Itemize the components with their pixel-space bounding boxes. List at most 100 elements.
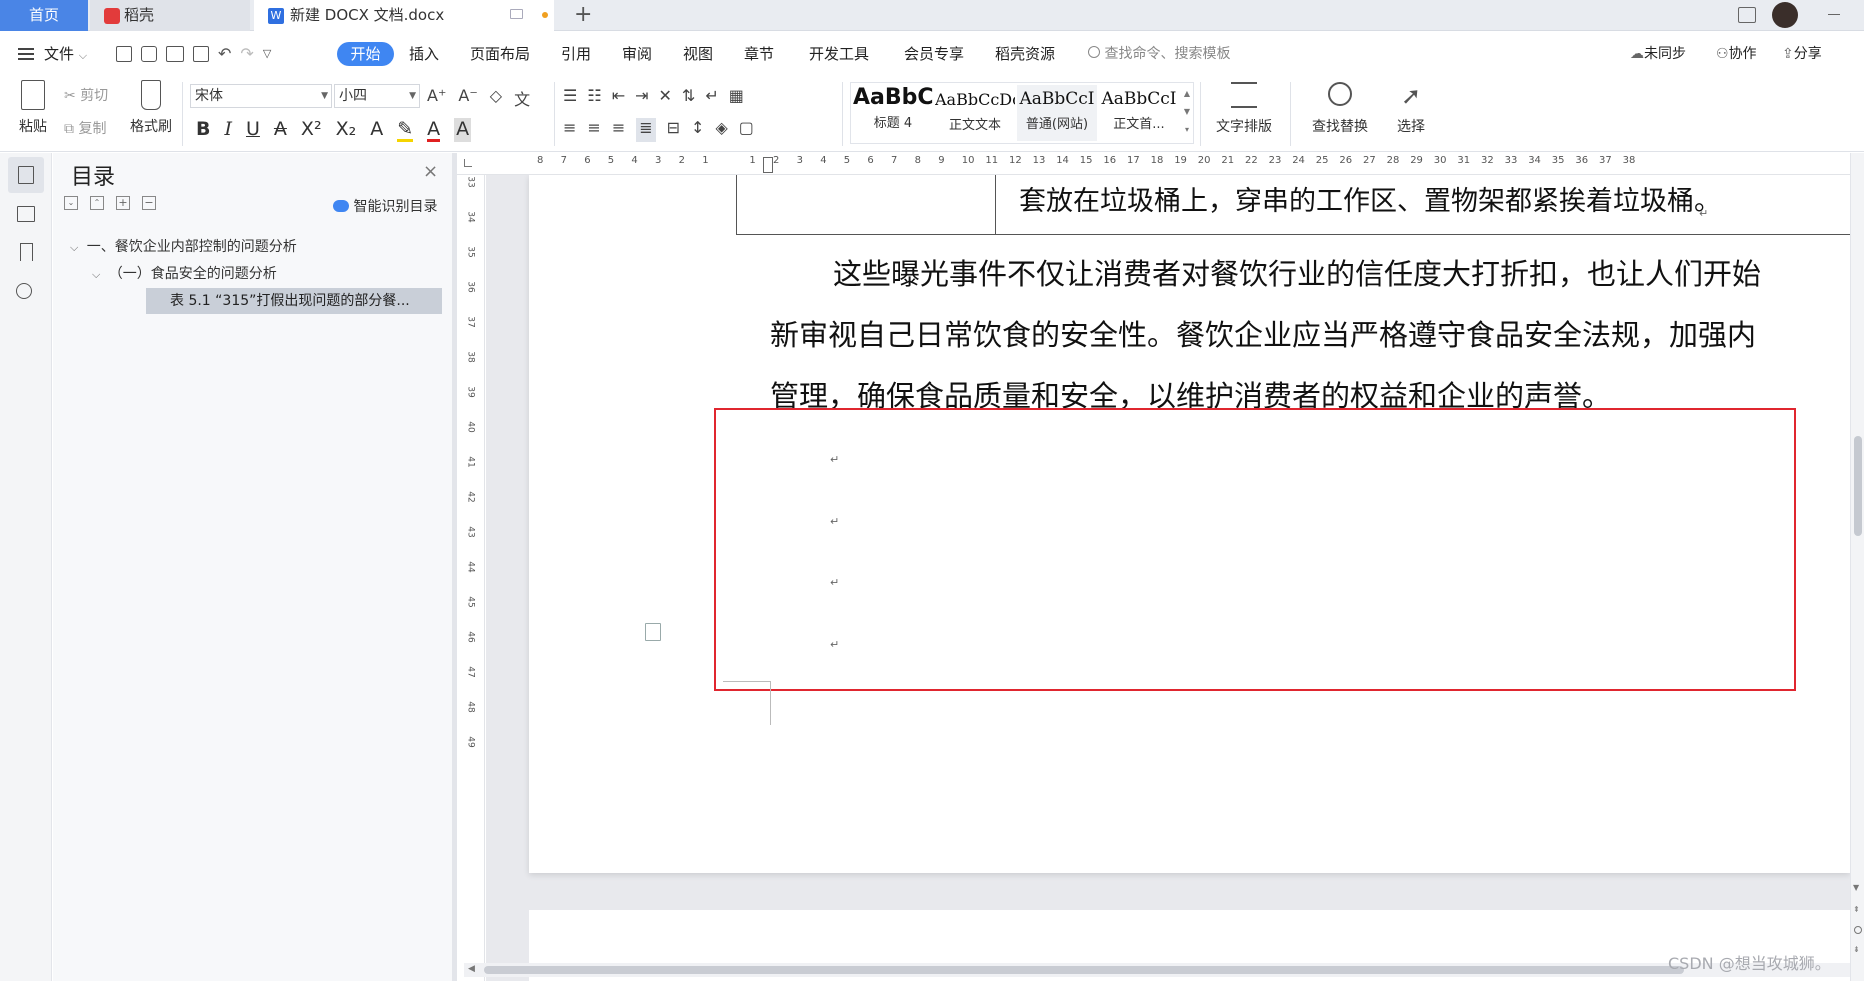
- toc-heading-1[interactable]: [61, 197, 441, 221]
- style-heading4[interactable]: AaBbC 标题 4: [853, 85, 934, 141]
- redo-icon[interactable]: ↷: [240, 46, 253, 66]
- style-body-first[interactable]: AaBbCcI 正文首...: [1099, 85, 1179, 141]
- scrollbar-thumb[interactable]: [1854, 436, 1862, 536]
- font-color-icon[interactable]: A: [427, 118, 441, 142]
- vertical-scrollbar[interactable]: ▼ ⇞ ⇟: [1850, 153, 1864, 981]
- toc-entry-selected[interactable]: 表 5.1 “315”打假出现问题的部分餐...: [146, 288, 442, 314]
- menu-developer[interactable]: 开发工具: [809, 42, 869, 66]
- style-normal-web[interactable]: AaBbCcI 普通(网站): [1017, 85, 1097, 141]
- tab-daoke[interactable]: 稻壳: [90, 0, 250, 31]
- print-preview-icon[interactable]: [193, 46, 209, 62]
- customize-toolbar-icon[interactable]: ▽: [263, 46, 271, 66]
- close-icon[interactable]: ×: [423, 161, 438, 182]
- menu-review[interactable]: 审阅: [622, 42, 652, 66]
- clear-format-icon[interactable]: ◇: [490, 86, 502, 106]
- scroll-down-icon[interactable]: ▼: [1853, 883, 1859, 892]
- monitor-icon[interactable]: [510, 9, 523, 19]
- copy-button[interactable]: ⧉ 复制: [64, 118, 106, 138]
- share-button[interactable]: ⇪分享: [1782, 42, 1822, 66]
- border-icon[interactable]: ▢: [739, 118, 754, 142]
- layout-toggle-icon[interactable]: [1738, 7, 1756, 23]
- save-icon[interactable]: [116, 46, 132, 62]
- menu-page-layout[interactable]: 页面布局: [470, 42, 530, 66]
- text-layout-button[interactable]: 文字排版: [1208, 82, 1280, 144]
- strikethrough-icon[interactable]: A: [274, 118, 287, 142]
- menu-view[interactable]: 视图: [683, 42, 713, 66]
- find-replace-button[interactable]: 查找替换: [1300, 82, 1380, 144]
- cut-button[interactable]: ✂ 剪切: [64, 85, 108, 105]
- horizontal-ruler[interactable]: 8 7 6 5 4 3 2 1 1 2 3 4 5 6 7 8 9 10 11 12 13 14 15 16 17 18 19 20 2…: [457, 153, 1850, 175]
- shading-icon[interactable]: ◈: [715, 118, 727, 142]
- indent-marker-icon[interactable]: [763, 157, 773, 173]
- horizontal-scrollbar[interactable]: ◀: [464, 963, 1850, 977]
- menu-daoke-resources[interactable]: 稻壳资源: [995, 42, 1055, 66]
- search-icon[interactable]: [16, 283, 32, 299]
- undo-icon[interactable]: ↶: [218, 46, 231, 66]
- bookmark-icon[interactable]: [20, 243, 33, 261]
- style-gallery-scroll[interactable]: ▲ ▼ ▾: [1181, 85, 1193, 141]
- scroll-left-icon[interactable]: ◀: [468, 964, 475, 974]
- align-center-icon[interactable]: ≡: [587, 118, 600, 142]
- scrollbar-thumb[interactable]: [484, 966, 1684, 974]
- export-icon[interactable]: [141, 46, 157, 62]
- chevron-down-icon[interactable]: ⌵: [92, 268, 100, 281]
- phonetic-icon[interactable]: 文: [514, 86, 530, 109]
- underline-icon[interactable]: U: [246, 118, 260, 142]
- style-body-text[interactable]: AaBbCcDc 正文文本: [935, 85, 1015, 141]
- document-canvas[interactable]: 套放在垃圾桶上，穿串的工作区、置物架都紧挨着垃圾桶。 这些曝光事件不仅让消费者对…: [486, 175, 1850, 981]
- paragraph-line-1[interactable]: 这些曝光事件不仅让消费者对餐饮行业的信任度大打折扣，也让人们开始: [833, 251, 1761, 293]
- line-spacing-icon[interactable]: ↕: [691, 118, 704, 142]
- collab-button[interactable]: ⚇协作: [1716, 42, 1757, 66]
- align-right-icon[interactable]: ≡: [612, 118, 625, 142]
- user-avatar[interactable]: [1772, 2, 1798, 28]
- minimize-button[interactable]: [1828, 14, 1840, 15]
- vertical-ruler[interactable]: 33 34 35 36 37 38 39 40 41 42 43 44 45 46 47 48 49: [457, 175, 485, 981]
- toc-panel-icon[interactable]: [8, 157, 44, 193]
- char-shading-icon[interactable]: A: [454, 118, 472, 142]
- sync-button[interactable]: ☁未同步: [1630, 42, 1686, 66]
- paragraph-line-2[interactable]: 新审视自己日常饮食的安全性。餐饮企业应当严格遵守食品安全法规，加强内: [770, 312, 1756, 354]
- paste-options-icon[interactable]: [645, 623, 661, 641]
- chinese-layout-icon[interactable]: ✕: [659, 86, 672, 106]
- tab-document[interactable]: W 新建 DOCX 文档.docx: [254, 0, 554, 31]
- select-button[interactable]: ➚ 选择: [1386, 82, 1436, 144]
- document-page[interactable]: 套放在垃圾桶上，穿串的工作区、置物架都紧挨着垃圾桶。 这些曝光事件不仅让消费者对…: [529, 175, 1850, 873]
- new-tab-button[interactable]: +: [574, 2, 592, 27]
- tab-home[interactable]: 首页: [0, 0, 88, 31]
- increase-indent-icon[interactable]: ⇥: [635, 86, 648, 106]
- command-search[interactable]: 查找命令、搜索模板: [1088, 42, 1230, 66]
- menu-chapter[interactable]: 章节: [744, 42, 774, 66]
- justify-icon[interactable]: ≣: [636, 118, 656, 142]
- distribute-icon[interactable]: ⊟: [667, 118, 680, 142]
- superscript-icon[interactable]: X²: [301, 118, 322, 142]
- menu-insert[interactable]: 插入: [409, 42, 439, 66]
- chapter-nav-icon[interactable]: [17, 206, 35, 222]
- font-name-select[interactable]: 宋体 ▼: [190, 84, 332, 108]
- next-page-icon[interactable]: ⇟: [1853, 945, 1860, 954]
- menu-references[interactable]: 引用: [561, 42, 591, 66]
- shrink-font-icon[interactable]: A⁻: [458, 86, 477, 106]
- toc-entry-heading2[interactable]: ⌵ （一）食品安全的问题分析: [92, 262, 448, 286]
- sort-icon[interactable]: ⇅: [682, 86, 695, 106]
- bold-icon[interactable]: B: [196, 118, 210, 142]
- table-cell-left[interactable]: [736, 175, 996, 235]
- prev-page-icon[interactable]: ⇞: [1853, 905, 1860, 914]
- italic-icon[interactable]: I: [224, 118, 232, 142]
- format-painter-button[interactable]: 格式刷: [126, 80, 176, 144]
- hamburger-menu-icon[interactable]: [18, 48, 34, 60]
- text-effect-icon[interactable]: A: [370, 118, 383, 142]
- align-left-icon[interactable]: ≡: [563, 118, 576, 142]
- menu-member[interactable]: 会员专享: [904, 42, 964, 66]
- paste-button[interactable]: 粘贴: [10, 80, 56, 144]
- show-marks-icon[interactable]: ↵: [705, 86, 718, 106]
- subscript-icon[interactable]: X₂: [336, 118, 357, 142]
- select-browse-icon[interactable]: [1854, 926, 1862, 934]
- table-icon[interactable]: ▦: [729, 86, 744, 106]
- chevron-down-icon[interactable]: ⌵: [70, 241, 78, 254]
- highlight-icon[interactable]: ✎: [397, 118, 414, 142]
- font-size-select[interactable]: 小四 ▼: [334, 84, 420, 108]
- toc-entry-heading1[interactable]: ⌵ 一、餐饮企业内部控制的问题分析: [70, 235, 450, 259]
- bullet-list-icon[interactable]: ☰: [563, 86, 577, 106]
- decrease-indent-icon[interactable]: ⇤: [612, 86, 625, 106]
- menu-file[interactable]: 文件 ⌵: [44, 42, 87, 66]
